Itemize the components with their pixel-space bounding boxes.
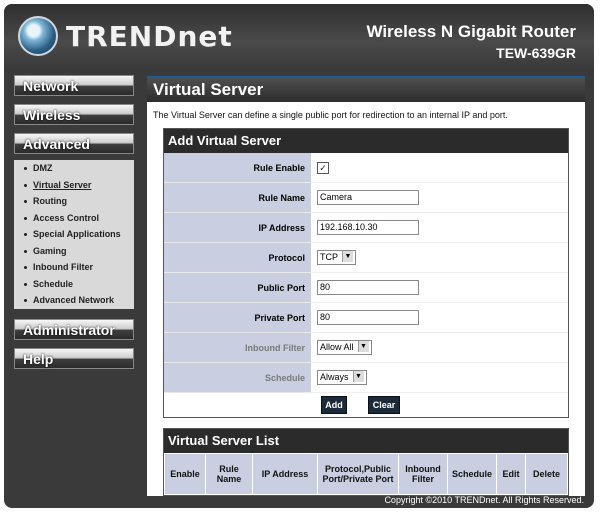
- submenu-item-routing[interactable]: Routing: [14, 193, 134, 210]
- nav-advanced-label: Advanced: [23, 136, 90, 152]
- submenu-item-special-applications[interactable]: Special Applications: [14, 226, 134, 243]
- router-admin-frame: TRENDnet Wireless N Gigabit Router TEW-6…: [4, 4, 594, 508]
- nav-advanced-button[interactable]: Advanced: [14, 133, 134, 154]
- bullet-icon: [24, 299, 27, 303]
- protocol-select-value: TCP: [320, 252, 338, 262]
- panel-heading: Add Virtual Server: [164, 129, 568, 153]
- clear-button[interactable]: Clear: [368, 396, 400, 414]
- chevron-down-icon: ▼: [357, 341, 369, 352]
- nav-network-label: Network: [23, 78, 79, 94]
- submenu-item-dmz[interactable]: DMZ: [14, 160, 134, 177]
- schedule-label: Schedule: [164, 362, 311, 393]
- header: TRENDnet Wireless N Gigabit Router TEW-6…: [4, 4, 594, 72]
- page-description: The Virtual Server can define a single p…: [153, 110, 508, 120]
- bullet-icon: [24, 167, 27, 171]
- chevron-down-icon: ▼: [342, 251, 353, 262]
- submenu-label: Virtual Server: [33, 179, 92, 190]
- column-header-enable: Enable: [164, 453, 206, 495]
- product-name: Wireless N Gigabit Router: [366, 22, 576, 41]
- inbound-filter-select[interactable]: Allow All ▼: [317, 340, 372, 355]
- rule-name-input[interactable]: Camera: [317, 190, 419, 205]
- bullet-icon: [24, 282, 27, 286]
- submenu-label: DMZ: [33, 163, 53, 173]
- schedule-select[interactable]: Always ▼: [317, 370, 367, 385]
- product-model: TEW-639GR: [496, 45, 576, 61]
- submenu-label: Routing: [33, 196, 67, 206]
- bullet-icon: [24, 216, 27, 220]
- add-button[interactable]: Add: [321, 396, 347, 414]
- column-header-rule-name: Rule Name: [205, 453, 253, 495]
- advanced-submenu: DMZ Virtual Server Routing Access Contro…: [14, 160, 134, 309]
- protocol-label: Protocol: [164, 242, 311, 273]
- bullet-icon: [24, 249, 27, 253]
- ip-address-input[interactable]: 192.168.10.30: [317, 220, 419, 235]
- submenu-label: Gaming: [33, 245, 67, 256]
- page-title: Virtual Server: [147, 76, 585, 102]
- column-header-delete: Delete: [525, 453, 568, 495]
- public-port-input[interactable]: 80: [317, 280, 419, 295]
- submenu-item-advanced-network[interactable]: Advanced Network: [14, 292, 134, 309]
- rule-name-label: Rule Name: [164, 182, 311, 213]
- nav-wireless-button[interactable]: Wireless: [14, 104, 134, 125]
- bullet-icon: [24, 266, 27, 270]
- schedule-select-value: Always: [320, 372, 349, 382]
- column-header-edit: Edit: [496, 453, 526, 495]
- nav-administrator-label: Administrator: [23, 321, 115, 338]
- submenu-item-inbound-filter[interactable]: Inbound Filter: [14, 259, 134, 276]
- submenu-item-gaming[interactable]: Gaming: [14, 243, 134, 260]
- add-virtual-server-panel: Add Virtual Server Rule Enable ✓ Rule Na…: [163, 128, 569, 418]
- private-port-input[interactable]: 80: [317, 310, 419, 325]
- ip-address-label: IP Address: [164, 212, 311, 243]
- rule-enable-label: Rule Enable: [164, 153, 311, 183]
- public-port-label: Public Port: [164, 272, 311, 303]
- copyright-footer: Copyright ©2010 TRENDnet. All Rights Res…: [384, 495, 584, 505]
- submenu-item-access-control[interactable]: Access Control: [14, 210, 134, 227]
- nav-administrator-button[interactable]: Administrator: [14, 318, 134, 340]
- nav-help-label: Help: [23, 350, 54, 367]
- virtual-server-list-panel: Virtual Server List Enable Rule Name IP …: [163, 428, 569, 496]
- bullet-icon: [24, 183, 27, 187]
- virtual-server-list-table: Enable Rule Name IP Address Protocol,Pub…: [164, 453, 568, 495]
- nav-network-button[interactable]: Network: [14, 75, 134, 96]
- trendnet-logo-icon: [18, 16, 58, 56]
- bullet-icon: [24, 200, 27, 204]
- inbound-filter-label: Inbound Filter: [164, 332, 311, 363]
- column-header-ip-address: IP Address: [252, 453, 318, 495]
- nav-wireless-label: Wireless: [23, 107, 81, 123]
- bullet-icon: [24, 233, 27, 237]
- private-port-label: Private Port: [164, 302, 311, 333]
- submenu-label: Special Applications: [33, 229, 121, 239]
- submenu-label: Schedule: [33, 278, 74, 289]
- submenu-item-virtual-server[interactable]: Virtual Server: [14, 177, 134, 194]
- column-header-protocol-ports: Protocol,Public Port/Private Port: [317, 453, 399, 495]
- brand-logo: TRENDnet: [66, 20, 233, 53]
- form-button-row: Add Clear: [164, 393, 568, 417]
- list-heading: Virtual Server List: [164, 429, 568, 453]
- column-header-schedule: Schedule: [447, 453, 497, 495]
- column-header-inbound-filter: Inbound Filter: [398, 453, 448, 495]
- sidebar: Network Wireless Advanced DMZ Virtual Se…: [14, 75, 134, 377]
- inbound-filter-select-value: Allow All: [320, 342, 354, 352]
- main-content: Virtual Server The Virtual Server can de…: [147, 76, 585, 496]
- submenu-label: Advanced Network: [33, 295, 115, 305]
- submenu-label: Inbound Filter: [33, 262, 93, 272]
- rule-enable-checkbox[interactable]: ✓: [317, 161, 329, 174]
- submenu-item-schedule[interactable]: Schedule: [14, 276, 134, 293]
- protocol-select[interactable]: TCP ▼: [317, 250, 356, 265]
- nav-help-button[interactable]: Help: [14, 347, 134, 369]
- submenu-label: Access Control: [33, 212, 100, 223]
- add-virtual-server-form: Rule Enable ✓ Rule Name Camera IP Addres…: [164, 153, 568, 393]
- chevron-down-icon: ▼: [352, 371, 364, 382]
